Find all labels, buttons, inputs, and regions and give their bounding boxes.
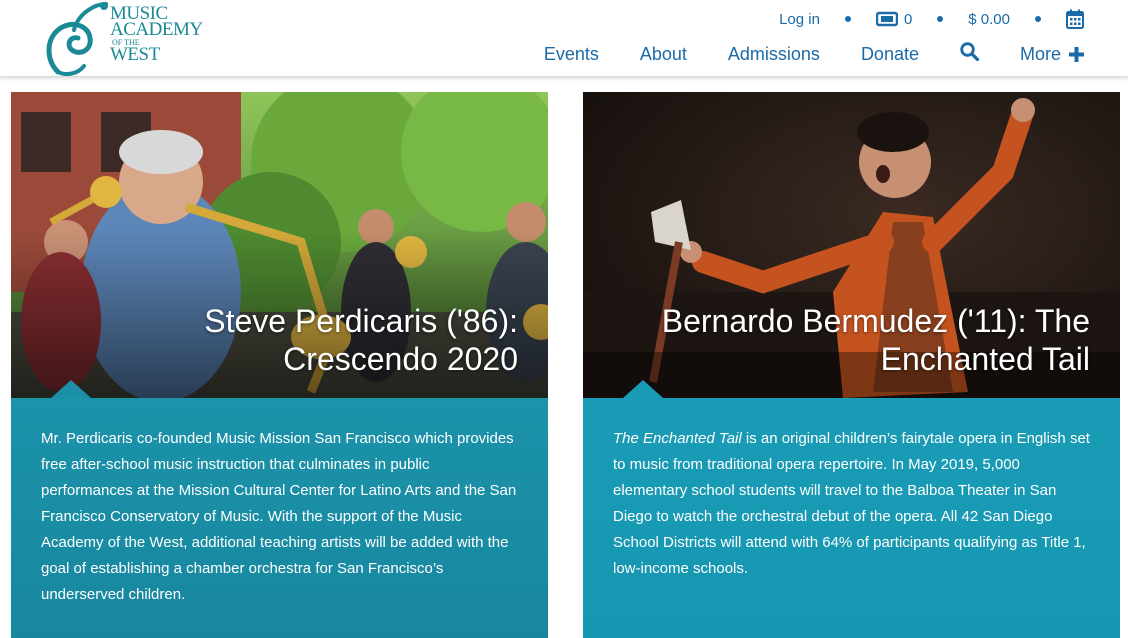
panel-pointer [51, 380, 91, 398]
site-header: MUSIC ACADEMY OF THE WEST Log in 0 $ 0.0… [0, 0, 1128, 77]
tickets-link[interactable]: 0 [875, 10, 913, 28]
nav-more-button[interactable]: More [1020, 44, 1084, 65]
story-title[interactable]: Bernardo Bermudez ('11): The Enchanted T… [620, 302, 1090, 378]
logo-wordmark: MUSIC ACADEMY OF THE WEST [110, 4, 203, 65]
site-logo[interactable]: MUSIC ACADEMY OF THE WEST [44, 0, 204, 76]
story-description: Mr. Perdicaris co-founded Music Mission … [41, 430, 517, 603]
ticket-icon [875, 11, 898, 27]
story-card[interactable]: Steve Perdicaris ('86): Crescendo 2020 M… [11, 92, 548, 638]
utility-bar: Log in 0 $ 0.00 [779, 9, 1084, 29]
search-icon [960, 42, 980, 62]
nav-admissions[interactable]: Admissions [728, 44, 820, 65]
main-nav: Events About Admissions Donate More [544, 42, 1084, 66]
story-panel: Mr. Perdicaris co-founded Music Mission … [11, 398, 548, 638]
nav-more-label: More [1019, 43, 1061, 64]
cart-link[interactable]: $ 0.00 [968, 11, 1010, 28]
nav-about[interactable]: About [640, 44, 687, 65]
logo-line-2: ACADEMY [110, 19, 203, 40]
story-card[interactable]: Bernardo Bermudez ('11): The Enchanted T… [583, 92, 1120, 638]
calendar-icon[interactable] [1066, 9, 1084, 29]
story-photo: Bernardo Bermudez ('11): The Enchanted T… [583, 92, 1120, 398]
story-description: The Enchanted Tail is an original childr… [613, 426, 1093, 582]
story-panel: The Enchanted Tail is an original childr… [583, 398, 1120, 638]
nav-donate[interactable]: Donate [861, 44, 919, 65]
logo-line-4: WEST [110, 44, 160, 65]
story-title[interactable]: Steve Perdicaris ('86): Crescendo 2020 [48, 302, 518, 378]
logo-mark-icon [46, 2, 108, 76]
nav-search-button[interactable] [960, 42, 980, 66]
ticket-count: 0 [903, 10, 913, 28]
separator-dot [937, 16, 944, 22]
panel-pointer [623, 380, 663, 398]
story-description-text: is an original children’s fairytale oper… [613, 430, 1090, 577]
login-link[interactable]: Log in [779, 11, 820, 28]
plus-icon [1069, 46, 1084, 62]
separator-dot [844, 16, 851, 22]
nav-events[interactable]: Events [544, 44, 599, 65]
story-photo: Steve Perdicaris ('86): Crescendo 2020 [11, 92, 548, 398]
separator-dot [1035, 16, 1041, 22]
opera-title: The Enchanted Tail [613, 430, 742, 447]
